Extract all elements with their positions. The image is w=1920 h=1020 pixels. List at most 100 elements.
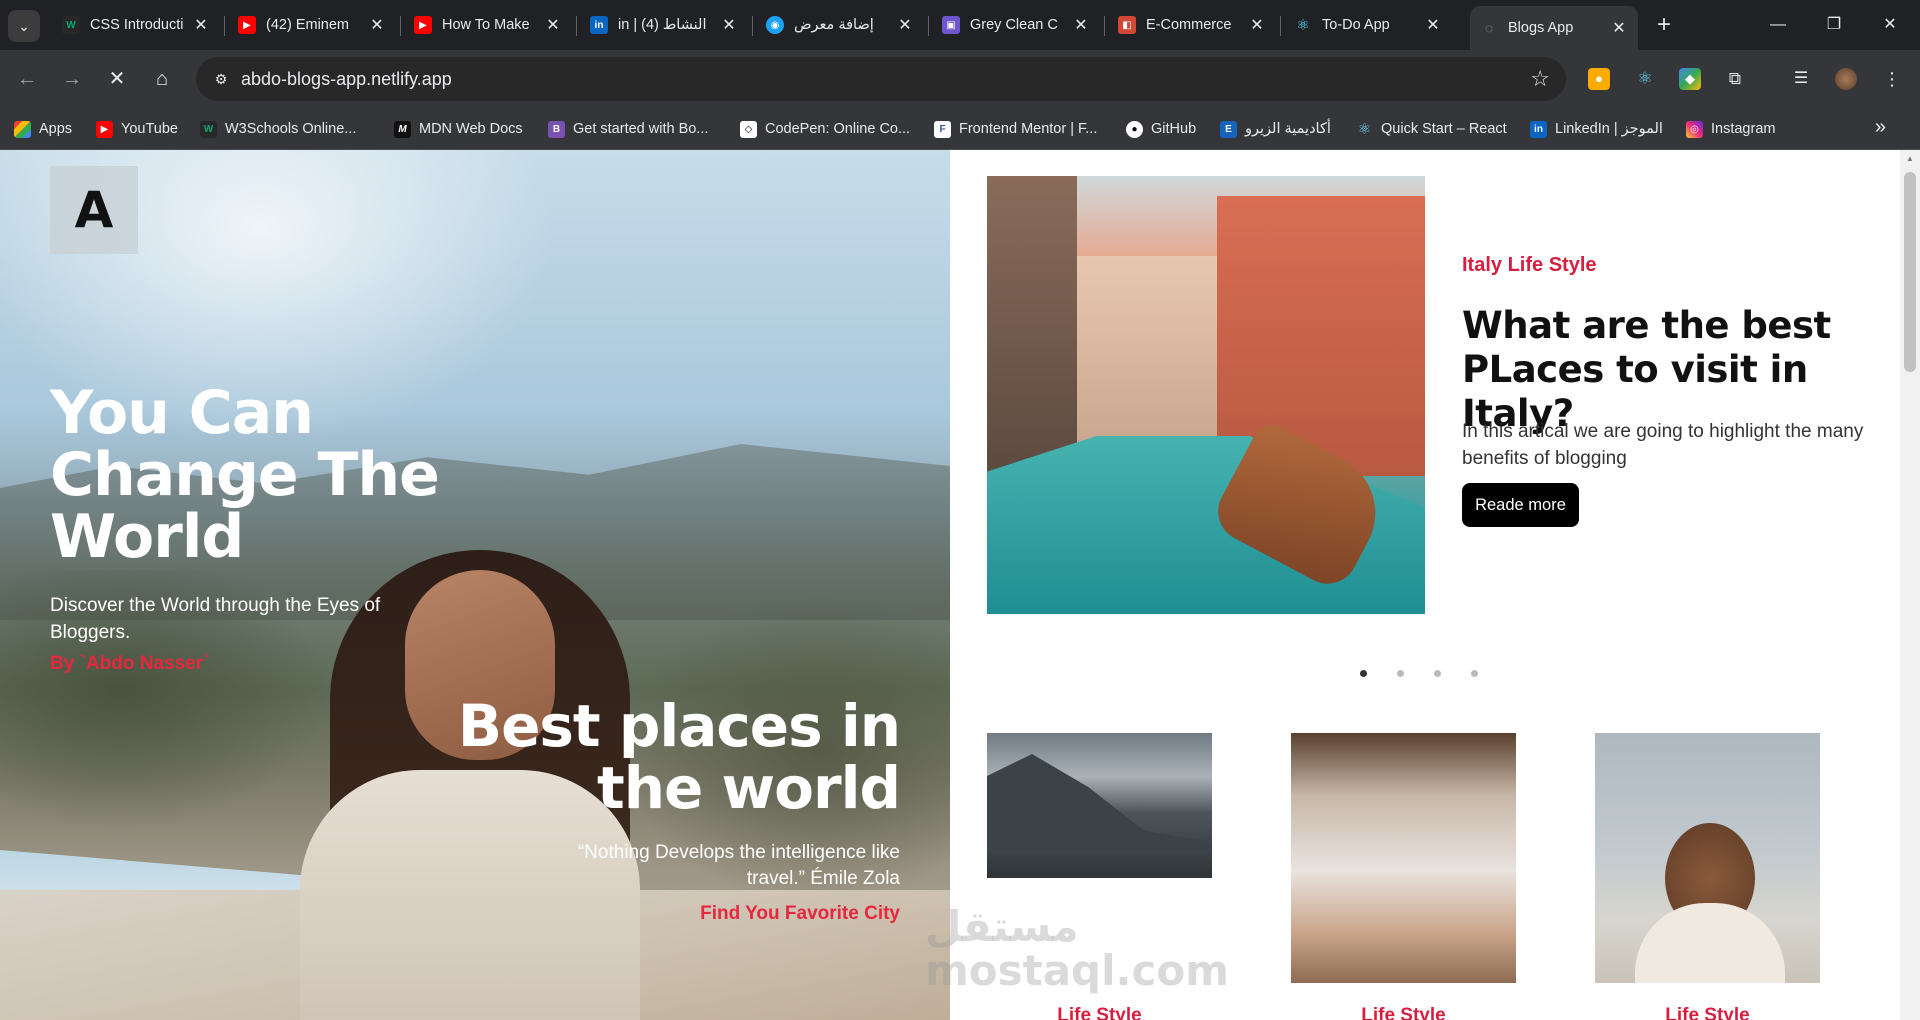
- close-icon: ✕: [1883, 16, 1897, 33]
- page-scrollbar[interactable]: ▲: [1900, 150, 1920, 1020]
- tab-grey-clean[interactable]: ▣ Grey Clean C ✕: [932, 6, 1100, 44]
- carousel-dot-2[interactable]: [1397, 670, 1404, 677]
- venice-building-shape: [1077, 256, 1217, 446]
- chevron-down-icon: ⌄: [18, 17, 30, 34]
- post-card-image-1[interactable]: [987, 733, 1212, 878]
- home-icon: ⌂: [155, 68, 169, 90]
- back-button[interactable]: ←: [12, 64, 42, 94]
- bookmark-w3schools[interactable]: W W3Schools Online...: [200, 118, 356, 140]
- featured-category[interactable]: Italy Life Style: [1462, 254, 1597, 277]
- minimize-button[interactable]: —: [1758, 10, 1798, 40]
- extension-keep-icon[interactable]: ●: [1588, 68, 1610, 90]
- bookmark-zero-academy[interactable]: E أكاديمية الزيرو: [1220, 118, 1331, 140]
- react-devtools-icon[interactable]: ⚛: [1634, 68, 1656, 90]
- bookmark-codepen[interactable]: ◇ CodePen: Online Co...: [740, 118, 910, 140]
- tab-strip: ⌄ W CSS Introducti ✕ ▶ (42) Eminem ✕ ▶ H…: [0, 0, 1920, 50]
- youtube-icon: ▶: [238, 16, 256, 34]
- tab-linkedin-activity[interactable]: in in | النشاط (4) ✕: [580, 6, 748, 44]
- media-control-icon[interactable]: ☰: [1790, 68, 1812, 90]
- post-card-category-2[interactable]: Life Style: [1291, 1005, 1516, 1020]
- tab-add-gallery[interactable]: ◉ إضافة معرض ✕: [756, 6, 924, 44]
- close-window-button[interactable]: ✕: [1870, 10, 1910, 40]
- forward-button[interactable]: →: [57, 64, 87, 94]
- carousel-dot-4[interactable]: [1471, 670, 1478, 677]
- close-tab-icon[interactable]: ✕: [1610, 18, 1628, 38]
- carousel-dot-1[interactable]: [1360, 670, 1367, 677]
- hero-title: You Can Change The World: [50, 378, 440, 572]
- bookmark-apps[interactable]: Apps: [14, 118, 72, 140]
- carousel-dots: [1360, 670, 1478, 682]
- new-tab-button[interactable]: +: [1650, 12, 1678, 40]
- card-mountain-shape: [987, 754, 1212, 853]
- arrow-left-icon: ←: [17, 68, 37, 90]
- browser-toolbar: ← → ✕ ⌂ ⚙ abdo-blogs-app.netlify.app ☆ ●…: [0, 50, 1920, 108]
- scrollbar-thumb[interactable]: [1904, 172, 1916, 372]
- close-tab-icon[interactable]: ✕: [720, 15, 738, 35]
- post-card-category-1[interactable]: Life Style: [987, 1005, 1212, 1020]
- tab-eminem[interactable]: ▶ (42) Eminem ✕: [228, 6, 396, 44]
- restore-icon: ❐: [1826, 16, 1842, 33]
- post-card-image-2[interactable]: [1291, 733, 1516, 983]
- bookmark-youtube[interactable]: ▶ YouTube: [96, 118, 178, 140]
- react-icon: ⚛: [1357, 121, 1372, 138]
- restore-button[interactable]: ❐: [1814, 10, 1854, 40]
- bookmark-react-quick-start[interactable]: ⚛ Quick Start – React: [1356, 118, 1507, 140]
- hero-secondary-title: Best places in the world: [457, 692, 901, 822]
- watermark: مستقل mostaql.com: [925, 902, 1229, 995]
- github-icon: ●: [1126, 120, 1143, 138]
- circle-icon: ◉: [766, 16, 784, 34]
- loading-icon: ◌: [1484, 20, 1494, 36]
- tab-ecommerce[interactable]: ◧ E-Commerce ✕: [1108, 6, 1276, 44]
- site-logo[interactable]: A: [50, 166, 138, 254]
- featured-title[interactable]: What are the best PLaces to visit in Ita…: [1462, 304, 1892, 436]
- tab-how-to-make[interactable]: ▶ How To Make ✕: [404, 6, 572, 44]
- tab-blogs-app[interactable]: ◌ Blogs App ✕: [1470, 6, 1638, 50]
- codepen-icon: ◇: [740, 120, 757, 138]
- academy-icon: E: [1220, 120, 1237, 138]
- site-info-icon[interactable]: ⚙: [210, 68, 232, 90]
- card-sweater-shape: [1635, 903, 1785, 983]
- close-tab-icon[interactable]: ✕: [1424, 15, 1442, 35]
- bookmark-star-icon[interactable]: ☆: [1530, 66, 1550, 92]
- frontend-mentor-icon: F: [934, 120, 951, 138]
- close-tab-icon[interactable]: ✕: [192, 15, 210, 35]
- youtube-icon: ▶: [96, 120, 113, 138]
- bookmark-github[interactable]: ● GitHub: [1126, 118, 1196, 140]
- read-more-button[interactable]: Reade more: [1462, 483, 1579, 527]
- post-card-image-3[interactable]: [1595, 733, 1820, 983]
- bookmark-bootstrap[interactable]: B Get started with Bo...: [548, 118, 708, 140]
- more-menu-icon[interactable]: ⋮: [1881, 68, 1903, 90]
- bookmark-instagram[interactable]: ◎ Instagram: [1686, 118, 1775, 140]
- post-card-category-3[interactable]: Life Style: [1595, 1005, 1820, 1020]
- plus-icon: +: [1656, 11, 1671, 38]
- carousel-dot-3[interactable]: [1434, 670, 1441, 677]
- tab-search-button[interactable]: ⌄: [8, 10, 40, 42]
- close-tab-icon[interactable]: ✕: [544, 15, 562, 35]
- home-button[interactable]: ⌂: [147, 64, 177, 94]
- bookmark-linkedin[interactable]: in LinkedIn | الموجز: [1530, 118, 1663, 140]
- close-tab-icon[interactable]: ✕: [1248, 15, 1266, 35]
- extensions-puzzle-icon[interactable]: ⧉: [1724, 68, 1746, 90]
- extension-colors-icon[interactable]: ◆: [1679, 68, 1701, 90]
- react-icon: ⚛: [1296, 17, 1310, 34]
- bookmarks-bar: Apps ▶ YouTube W W3Schools Online... M M…: [0, 108, 1920, 150]
- hero-subtitle: Discover the World through the Eyes of B…: [50, 595, 381, 643]
- w3schools-icon: W: [62, 16, 80, 34]
- featured-post-image[interactable]: [987, 176, 1425, 614]
- address-bar[interactable]: ⚙ abdo-blogs-app.netlify.app ☆: [196, 57, 1566, 101]
- hero-section: A You Can Change The World Discover the …: [0, 150, 950, 1020]
- scroll-up-icon[interactable]: ▲: [1900, 154, 1920, 163]
- tab-css-intro[interactable]: W CSS Introducti ✕: [52, 6, 220, 44]
- bookmark-mdn[interactable]: M MDN Web Docs: [394, 118, 523, 140]
- stop-button[interactable]: ✕: [102, 64, 132, 94]
- tab-todo-app[interactable]: ⚛ To-Do App ✕: [1284, 6, 1452, 44]
- close-tab-icon[interactable]: ✕: [1072, 15, 1090, 35]
- youtube-icon: ▶: [414, 16, 432, 34]
- close-tab-icon[interactable]: ✕: [368, 15, 386, 35]
- profile-avatar[interactable]: [1835, 68, 1857, 90]
- url-text[interactable]: abdo-blogs-app.netlify.app: [241, 69, 452, 90]
- bookmark-frontend-mentor[interactable]: F Frontend Mentor | F...: [934, 118, 1097, 140]
- bookmarks-overflow-icon[interactable]: »: [1875, 116, 1886, 139]
- find-city-link[interactable]: Find You Favorite City: [600, 903, 900, 925]
- close-tab-icon[interactable]: ✕: [896, 15, 914, 35]
